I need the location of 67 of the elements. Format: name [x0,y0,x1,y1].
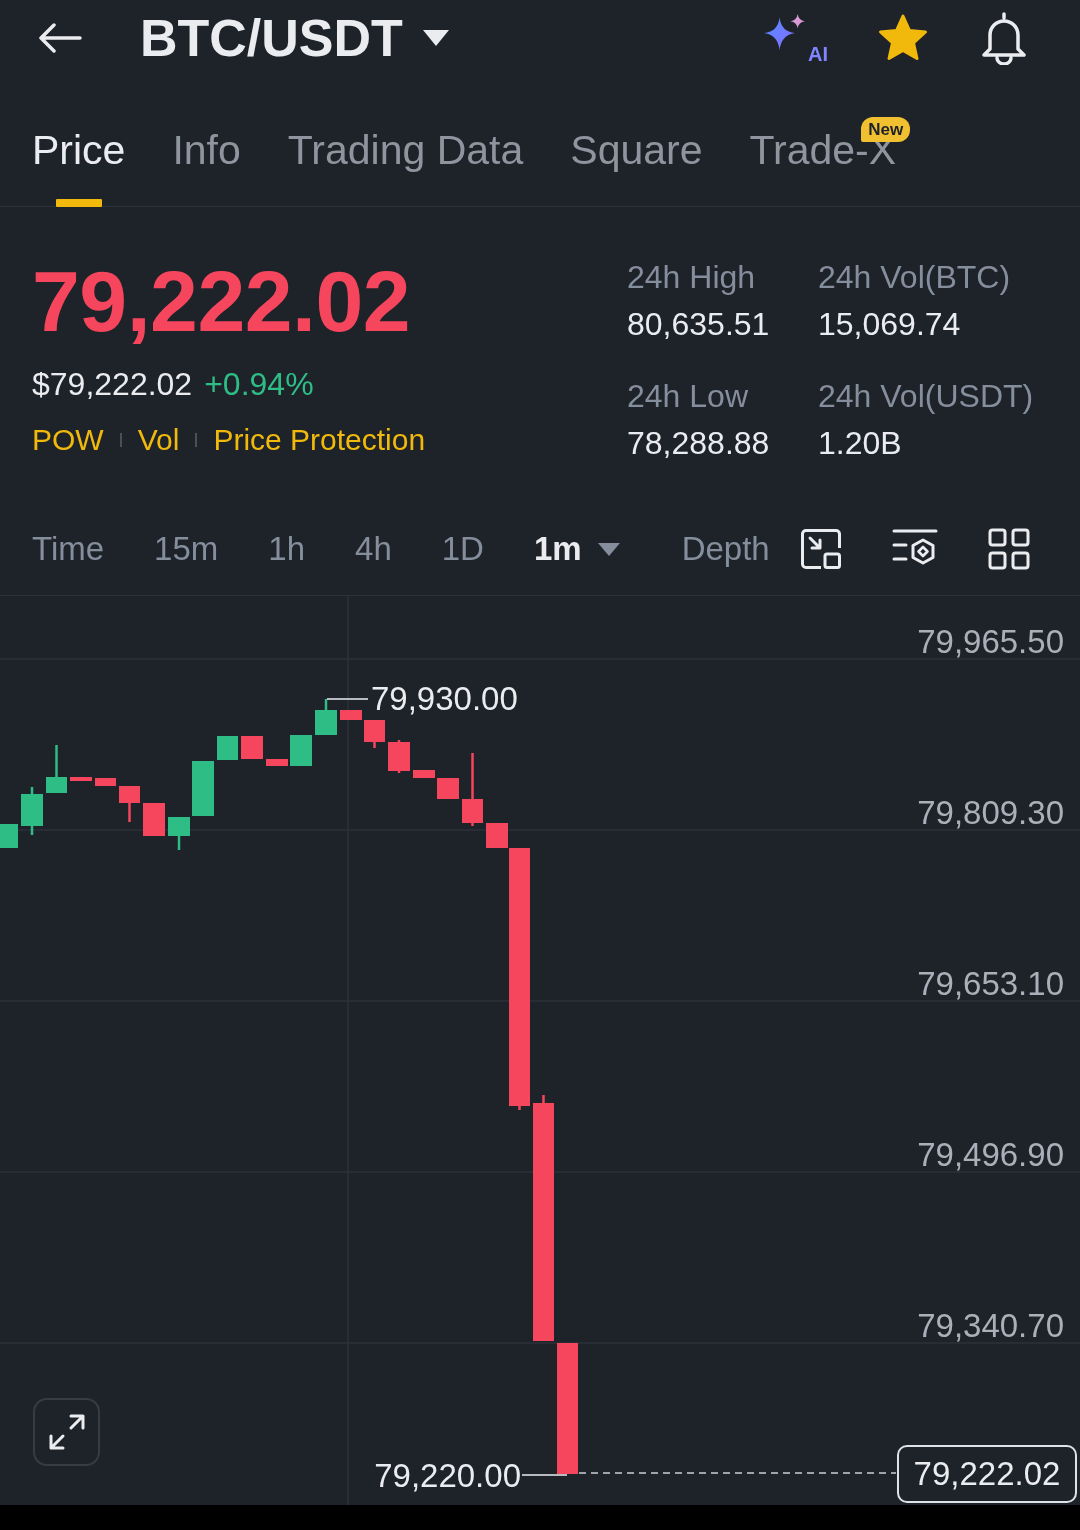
candle [388,740,410,773]
interval-tab[interactable]: 15m [154,529,219,569]
star-icon[interactable] [878,14,928,62]
candle [192,761,214,816]
candle [143,803,165,836]
interval-tab[interactable]: 1D [441,529,484,569]
candle [70,777,92,781]
stat-label: 24h Vol(USDT) [818,377,1034,416]
candle [437,778,459,799]
price-axis-label: 79,965.50 [917,623,1064,660]
tab[interactable]: Square [570,76,703,207]
candle [168,817,190,850]
interval-tab[interactable]: Time [32,529,105,569]
candle [315,699,337,735]
fiat-price: $79,222.02 [32,365,193,404]
candle [413,770,435,778]
stat-value: 78,288.88 [627,424,771,463]
tag-link[interactable]: POW [32,422,104,458]
candle [95,778,116,786]
candle [21,787,43,835]
last-price: 79,222.02 [32,256,412,346]
candle [266,759,288,766]
last-price-tag: 79,222.02 [897,1445,1077,1503]
candle [119,786,140,822]
window-arrow-icon [800,528,842,570]
high-price-leader-line [326,698,369,700]
price-axis-label: 79,809.30 [917,794,1064,831]
candle [0,824,18,848]
new-badge: New [861,117,911,142]
interval-tab[interactable]: 4h [355,529,392,569]
ai-assistant-button[interactable]: AI [764,11,828,65]
price-change: +0.94% [204,365,314,404]
sparkle-icon [764,14,806,52]
stat-label: 24h High [627,258,757,297]
low-price-leader-line [521,1474,568,1476]
tab[interactable]: Trading Data [287,76,524,207]
pair-selector[interactable]: BTC/USDT [140,8,449,68]
grid-icon [988,528,1030,570]
price-axis-label: 79,653.10 [917,965,1064,1002]
high-price-label: 79,930.00 [371,680,518,717]
back-arrow-icon [38,23,82,53]
interval-tab[interactable]: 1h [268,529,306,569]
caret-icon [422,30,449,46]
stat-value: 80,635.51 [627,305,771,344]
stat-label: 24h Vol(BTC) [818,258,1012,297]
back-button[interactable] [38,23,82,53]
interval-tab[interactable]: Depth [681,529,770,569]
fullscreen-button[interactable] [33,1398,100,1466]
candle [46,745,67,793]
layout-button[interactable] [988,528,1030,570]
candle [217,736,238,760]
tag-link[interactable]: Price Protection [213,422,426,458]
interval-tab[interactable]: 1m [533,529,620,569]
low-price-label: 79,220.00 [374,1457,521,1494]
candle [364,720,385,748]
candle [241,736,263,759]
candle [290,735,312,766]
stat-label: 24h Low [627,377,749,416]
price-axis-label: 79,340.70 [917,1307,1064,1344]
tag-link[interactable]: Vol [137,422,180,458]
stat-value: 1.20B [818,424,903,463]
candle [340,710,362,720]
tab[interactable]: Info [172,76,241,207]
stat-value: 15,069.74 [818,305,962,344]
tab[interactable]: Price [32,76,126,207]
window-arrow-button[interactable] [800,528,842,570]
price-axis-label: 79,496.90 [917,1136,1064,1173]
